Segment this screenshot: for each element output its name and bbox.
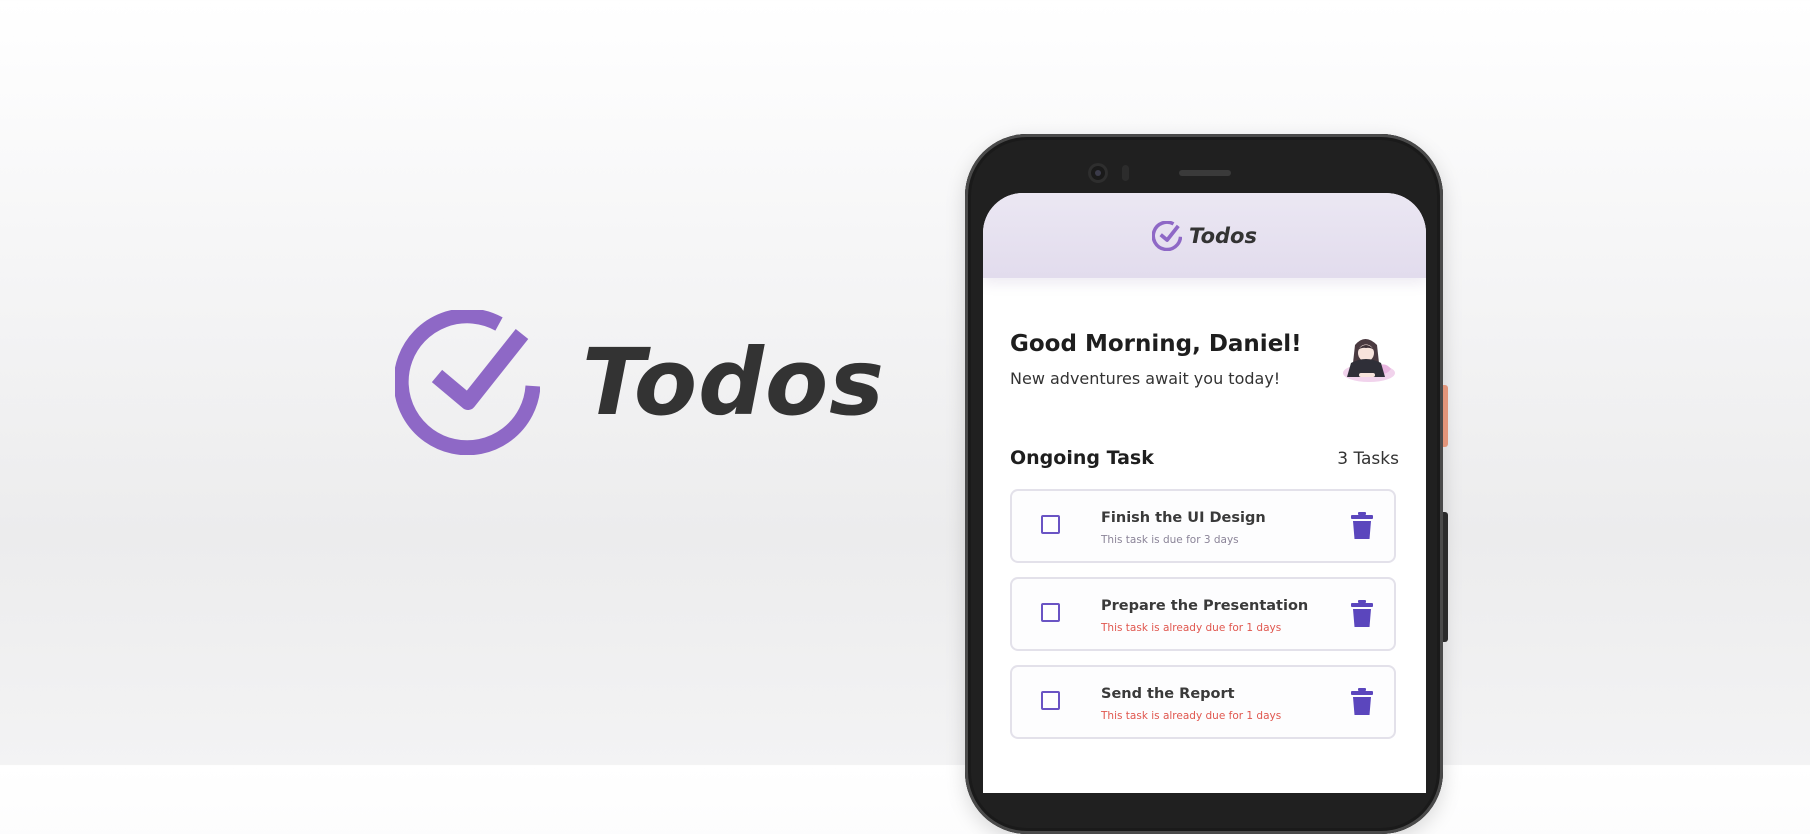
task-title: Finish the UI Design — [1101, 510, 1266, 526]
brand-name: Todos — [582, 329, 885, 436]
task-card[interactable]: Send the Report This task is already due… — [1010, 665, 1396, 739]
app-title: Todos — [1188, 223, 1257, 248]
task-due-text: This task is already due for 1 days — [1101, 622, 1282, 634]
trash-icon[interactable] — [1350, 512, 1374, 540]
front-camera — [1088, 163, 1108, 183]
trash-icon[interactable] — [1350, 600, 1374, 628]
phone-volume-button — [1443, 512, 1448, 642]
greeting-heading: Good Morning, Daniel! — [1010, 331, 1302, 357]
task-card[interactable]: Prepare the Presentation This task is al… — [1010, 577, 1396, 651]
proximity-sensor — [1122, 165, 1129, 181]
trash-icon[interactable] — [1350, 688, 1374, 716]
earpiece-speaker — [1179, 170, 1231, 176]
task-card[interactable]: Finish the UI Design This task is due fo… — [1010, 489, 1396, 563]
app-header: Todos — [983, 193, 1426, 278]
task-title: Send the Report — [1101, 686, 1235, 702]
task-title: Prepare the Presentation — [1101, 598, 1309, 614]
task-count: 3 Tasks — [1337, 449, 1399, 469]
phone-power-button — [1443, 385, 1448, 447]
task-due-text: This task is already due for 1 days — [1101, 710, 1282, 722]
task-checkbox[interactable] — [1041, 603, 1060, 622]
circle-check-icon — [395, 310, 540, 455]
greeting-subtitle: New adventures await you today! — [1010, 369, 1281, 388]
task-checkbox[interactable] — [1041, 691, 1060, 710]
circle-check-icon — [1151, 220, 1182, 251]
avatar[interactable] — [1335, 333, 1397, 387]
section-title: Ongoing Task — [1010, 447, 1154, 469]
task-due-text: This task is due for 3 days — [1101, 534, 1239, 546]
task-checkbox[interactable] — [1041, 515, 1060, 534]
app-screen: Todos Good Morning, Daniel! New adventur… — [983, 193, 1426, 793]
hero-brand: Todos — [395, 310, 885, 455]
